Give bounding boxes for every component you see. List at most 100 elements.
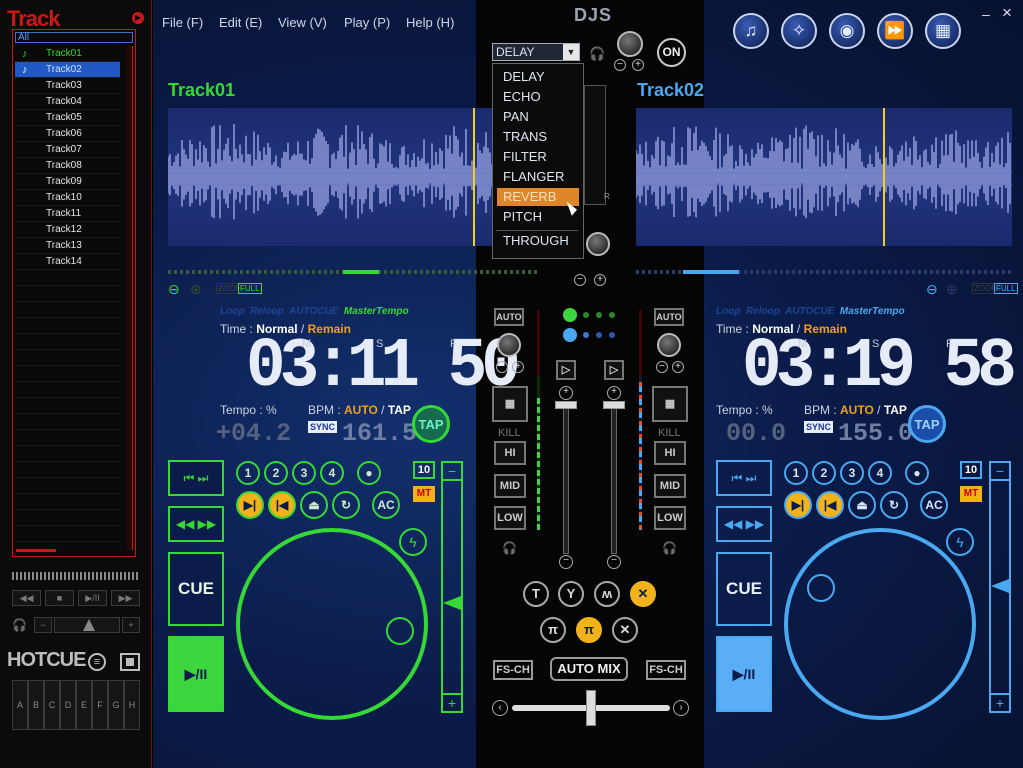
mixer-b-gain-plus-icon[interactable]: + [672, 361, 684, 373]
track-list-row[interactable]: Track03 [15, 78, 120, 94]
mixer-a-fader-plus-icon[interactable]: + [559, 386, 573, 400]
mixer-a-auto-button[interactable]: AUTO [494, 308, 524, 326]
hotcue-key-a[interactable]: A [12, 680, 28, 730]
volume-minus-button[interactable]: − [34, 617, 52, 633]
deck-a-pitch-thumb[interactable] [443, 595, 461, 610]
track-list-h-scrollbar[interactable] [16, 549, 56, 552]
deck-a-hotcue-1[interactable]: 1 [236, 461, 260, 485]
mixer-a-gain-knob[interactable] [497, 333, 521, 357]
next-track-button[interactable]: ▶▶ [111, 590, 140, 606]
effect-option-flanger[interactable]: FLANGER [497, 168, 579, 186]
volume-slider[interactable] [54, 617, 120, 633]
deck-a-hotcue-3[interactable]: 3 [292, 461, 316, 485]
deck-b-mastertempo-label[interactable]: MasterTempo [840, 306, 905, 317]
track-list-row[interactable]: Track06 [15, 126, 120, 142]
deck-b-pitch-thumb[interactable] [991, 579, 1009, 593]
deck-a-full-button[interactable]: FULL [238, 283, 262, 294]
fs-ch-b-button[interactable]: FS-CH [646, 660, 686, 680]
hotcue-key-b[interactable]: B [28, 680, 44, 730]
mixer-b-fader-cap[interactable] [603, 401, 625, 409]
deck-a-play-button[interactable]: ▶/II [168, 636, 224, 712]
hotcue-key-g[interactable]: G [108, 680, 124, 730]
deck-a-loop-out-icon[interactable]: |◀ [268, 491, 296, 519]
deck-a-position-marker[interactable] [343, 270, 380, 274]
track-list-row[interactable] [15, 270, 120, 286]
deck-b-tap-button[interactable]: TAP [908, 405, 946, 443]
deck-b-pitch-minus-button[interactable]: − [991, 463, 1009, 481]
deck-b-scratch-icon[interactable]: ϟ [946, 528, 974, 556]
effect-option-echo[interactable]: ECHO [497, 88, 579, 106]
track-list-row[interactable]: Track08 [15, 158, 120, 174]
mixer-b-auto-button[interactable]: AUTO [654, 308, 684, 326]
track-list-row[interactable]: Track10 [15, 190, 120, 206]
effect-param-plus-icon[interactable]: + [594, 274, 606, 286]
hotcue-key-f[interactable]: F [92, 680, 108, 730]
track-list-row[interactable] [15, 382, 120, 398]
curve-x-icon[interactable]: ✕ [612, 617, 638, 643]
deck-a-ac-button[interactable]: AC [372, 491, 400, 519]
track-list-row[interactable] [15, 414, 120, 430]
volume-plus-button[interactable]: + [122, 617, 140, 633]
deck-a-hotcue-record-icon[interactable]: ● [357, 461, 381, 485]
fast-forward-icon[interactable]: ⏩ [877, 13, 913, 49]
mixer-a-gain-minus-icon[interactable]: − [496, 361, 508, 373]
mixer-b-gain-knob[interactable] [657, 333, 681, 357]
mixer-b-volume-fader[interactable] [611, 404, 617, 554]
volume-thumb-icon[interactable] [83, 619, 95, 631]
mixer-b-fader-plus-icon[interactable]: + [607, 386, 621, 400]
track-list-row[interactable]: Track09 [15, 174, 120, 190]
effect-level-plus-icon[interactable]: + [632, 59, 644, 71]
track-list-row[interactable] [15, 334, 120, 350]
hotcue-key-d[interactable]: D [60, 680, 76, 730]
deck-a-eject-icon[interactable]: ⏏ [300, 491, 328, 519]
auto-mix-button[interactable]: AUTO MIX [550, 657, 628, 681]
deck-a-pitch-range[interactable]: 10 [413, 461, 435, 479]
track-list-row[interactable]: Track14 [15, 254, 120, 270]
deck-b-indicator-icon[interactable] [563, 328, 577, 342]
track-list-row[interactable] [15, 478, 120, 494]
effect-option-pan[interactable]: PAN [497, 108, 579, 126]
deck-a-indicator-icon[interactable] [563, 308, 577, 322]
deck-b-cue-button[interactable]: CUE [716, 552, 772, 626]
stop-button[interactable]: ■ [45, 590, 74, 606]
deck-b-ac-button[interactable]: AC [920, 491, 948, 519]
curve-a-icon[interactable]: π [540, 617, 566, 643]
mixer-a-mid-button[interactable]: MID [494, 474, 526, 498]
deck-b-seek-button[interactable]: ◀◀ ▶▶ [716, 506, 772, 542]
hotcue-list-icon[interactable]: ≡ [88, 653, 106, 671]
track-list-row[interactable] [15, 494, 120, 510]
deck-a-seek-button[interactable]: ◀◀ ▶▶ [168, 506, 224, 542]
effect-headphone-icon[interactable]: 🎧 [589, 46, 605, 62]
deck-b-jog-wheel[interactable] [784, 528, 976, 720]
menu-file[interactable]: File (F) [162, 15, 203, 30]
crossfader-left-icon[interactable]: ‹ [492, 700, 508, 716]
deck-b-loop-label[interactable]: Loop [716, 306, 740, 317]
deck-a-pitch-slider[interactable]: − + [441, 461, 463, 713]
track-list-scrollbar[interactable] [127, 46, 133, 550]
effect-option-pitch[interactable]: PITCH [497, 208, 579, 226]
track-list-row[interactable] [15, 286, 120, 302]
deck-a-hotcue-2[interactable]: 2 [264, 461, 288, 485]
deck-a-zoom-in-icon[interactable]: ⊕ [190, 281, 202, 298]
track-list-row[interactable] [15, 510, 120, 526]
track-list-row[interactable]: Track13 [15, 238, 120, 254]
deck-b-loop-icon[interactable]: ↻ [880, 491, 908, 519]
minimize-button[interactable]: – [982, 6, 990, 22]
deck-a-cue-button[interactable]: CUE [168, 552, 224, 626]
deck-b-zoom-out-icon[interactable]: ⊖ [926, 281, 938, 298]
deck-a-scratch-icon[interactable]: ϟ [399, 528, 427, 556]
curve-b-icon[interactable]: π [576, 617, 602, 643]
deck-b-pitch-slider[interactable]: − + [989, 461, 1011, 713]
mixer-b-hi-button[interactable]: HI [654, 441, 686, 465]
menu-view[interactable]: View (V) [278, 15, 327, 30]
deck-a-pitch-minus-button[interactable]: − [443, 463, 461, 481]
track-list-row[interactable] [15, 366, 120, 382]
hotcue-key-h[interactable]: H [124, 680, 140, 730]
track-list-row[interactable] [15, 350, 120, 366]
deck-a-loop-label[interactable]: Loop [220, 306, 244, 317]
deck-b-waveform[interactable] [636, 108, 1012, 246]
track-list-row[interactable]: ♪ Track02 [15, 62, 120, 78]
hotcue-key-e[interactable]: E [76, 680, 92, 730]
track-panel-close-icon[interactable]: ▶ [132, 12, 144, 24]
deck-a-waveform[interactable] [168, 108, 540, 246]
